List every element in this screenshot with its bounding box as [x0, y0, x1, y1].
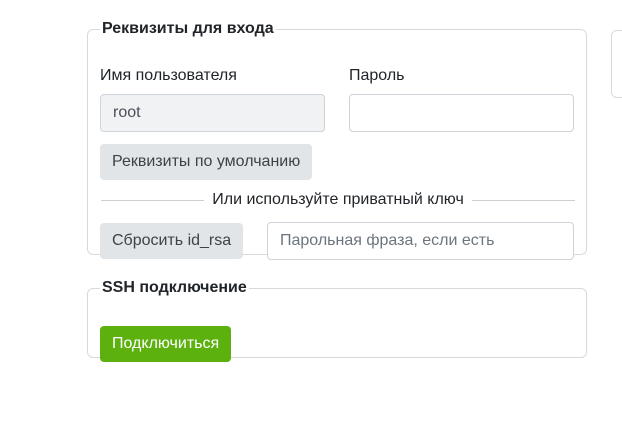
password-label: Пароль [349, 67, 405, 84]
divider-line-right [471, 199, 576, 201]
username-label: Имя пользователя [100, 67, 237, 84]
private-key-divider: Или используйте приватный ключ [101, 190, 576, 210]
page: Реквизиты для входа Имя пользователя Пар… [0, 0, 622, 447]
ssh-legend: SSH подключение [102, 279, 247, 296]
passphrase-input[interactable] [267, 222, 574, 260]
password-input[interactable] [349, 94, 574, 132]
credentials-fieldset: Реквизиты для входа Имя пользователя Пар… [87, 20, 587, 260]
connect-button[interactable]: Подключиться [100, 326, 232, 362]
credentials-legend: Реквизиты для входа [102, 20, 274, 37]
divider-text: Или используйте приватный ключ [212, 191, 464, 208]
divider-line-left [101, 199, 205, 201]
reset-id-rsa-button[interactable]: Сбросить id_rsa [100, 223, 244, 259]
default-credentials-button[interactable]: Реквизиты по умолчанию [100, 144, 313, 180]
username-input[interactable] [100, 94, 325, 132]
side-panel-edge [611, 30, 622, 98]
ssh-fieldset: SSH подключение Подключиться [87, 279, 587, 362]
